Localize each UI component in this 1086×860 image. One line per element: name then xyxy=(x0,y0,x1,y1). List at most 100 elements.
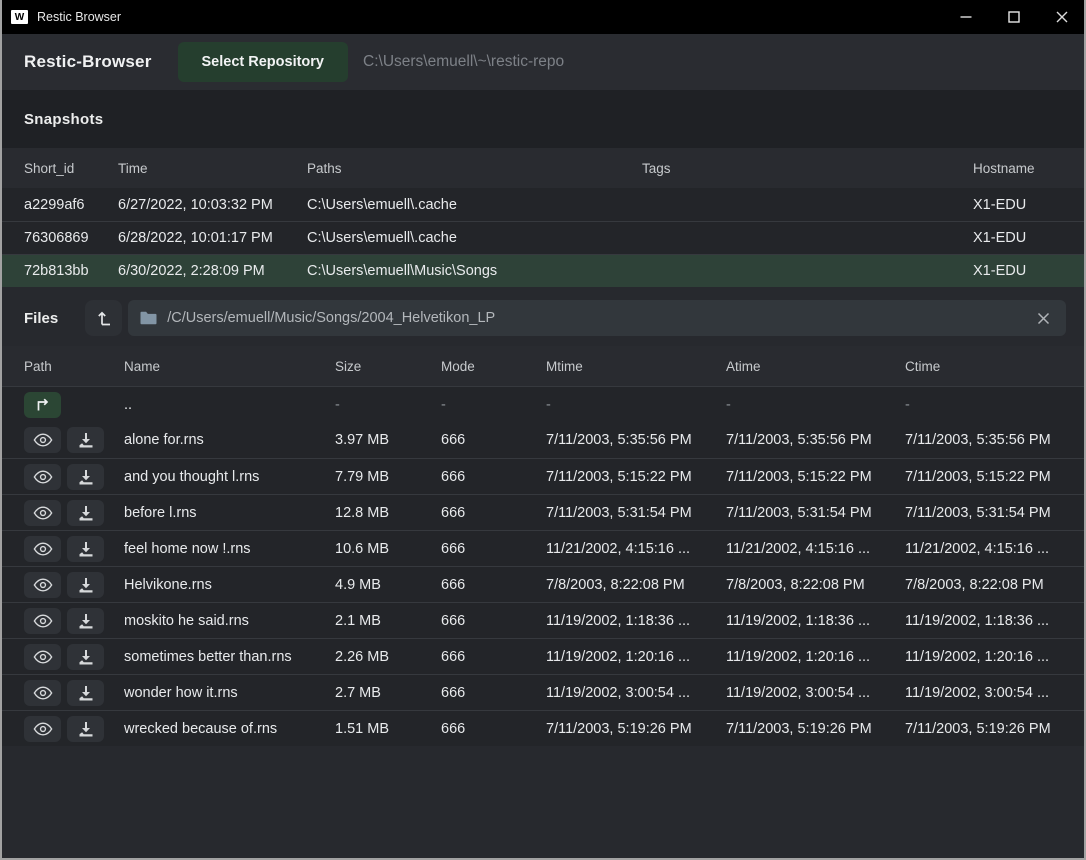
file-name: wonder how it.rns xyxy=(124,685,335,701)
go-parent-directory-button[interactable] xyxy=(24,392,61,418)
download-file-button[interactable] xyxy=(67,464,104,490)
snapshots-table-header: Short_id Time Paths Tags Hostname xyxy=(2,148,1084,188)
select-repository-button[interactable]: Select Repository xyxy=(178,42,349,82)
file-row[interactable]: and you thought l.rns 7.79 MB 666 7/11/2… xyxy=(2,458,1084,494)
up-level-icon xyxy=(94,307,114,329)
app-header: Restic-Browser Select Repository C:\User… xyxy=(2,34,1084,90)
close-icon xyxy=(1056,11,1068,23)
current-path-input[interactable]: /C/Users/emuell/Music/Songs/2004_Helveti… xyxy=(128,300,1066,336)
file-row[interactable]: moskito he said.rns 2.1 MB 666 11/19/200… xyxy=(2,602,1084,638)
eye-icon xyxy=(33,541,53,557)
download-icon xyxy=(77,684,95,702)
file-name: sometimes better than.rns xyxy=(124,649,335,665)
file-mode: 666 xyxy=(441,685,546,701)
snapshot-row[interactable]: 72b813bb 6/30/2022, 2:28:09 PM C:\Users\… xyxy=(2,254,1084,287)
preview-file-button[interactable] xyxy=(24,500,61,526)
file-size: 10.6 MB xyxy=(335,541,441,557)
column-ctime: Ctime xyxy=(905,359,1066,374)
snapshots-title: Snapshots xyxy=(24,111,103,128)
download-file-button[interactable] xyxy=(67,680,104,706)
maximize-icon xyxy=(1008,11,1020,23)
snapshot-row[interactable]: a2299af6 6/27/2022, 10:03:32 PM C:\Users… xyxy=(2,188,1084,221)
snapshot-hostname: X1-EDU xyxy=(973,230,1066,246)
preview-file-button[interactable] xyxy=(24,536,61,562)
snapshot-short-id: a2299af6 xyxy=(24,197,118,213)
file-mtime: 7/11/2003, 5:19:26 PM xyxy=(546,721,726,737)
preview-file-button[interactable] xyxy=(24,716,61,742)
file-name: feel home now !.rns xyxy=(124,541,335,557)
file-ctime: 11/19/2002, 1:20:16 ... xyxy=(905,649,1066,665)
file-row[interactable]: Helvikone.rns 4.9 MB 666 7/8/2003, 8:22:… xyxy=(2,566,1084,602)
file-row[interactable]: sometimes better than.rns 2.26 MB 666 11… xyxy=(2,638,1084,674)
file-name: Helvikone.rns xyxy=(124,577,335,593)
file-mtime: 11/21/2002, 4:15:16 ... xyxy=(546,541,726,557)
preview-file-button[interactable] xyxy=(24,644,61,670)
file-mode: 666 xyxy=(441,432,546,448)
eye-icon xyxy=(33,613,53,629)
preview-file-button[interactable] xyxy=(24,572,61,598)
snapshot-row[interactable]: 76306869 6/28/2022, 10:01:17 PM C:\Users… xyxy=(2,221,1084,254)
close-button[interactable] xyxy=(1038,0,1086,34)
file-atime: 7/11/2003, 5:15:22 PM xyxy=(726,469,905,485)
column-mtime: Mtime xyxy=(546,359,726,374)
files-table-body: alone for.rns 3.97 MB 666 7/11/2003, 5:3… xyxy=(2,422,1084,746)
file-mtime: 11/19/2002, 1:18:36 ... xyxy=(546,613,726,629)
download-file-button[interactable] xyxy=(67,427,104,453)
app-window: W Restic Browser Restic-Browser Select R… xyxy=(0,0,1086,860)
download-file-button[interactable] xyxy=(67,536,104,562)
file-row[interactable]: feel home now !.rns 10.6 MB 666 11/21/20… xyxy=(2,530,1084,566)
minimize-button[interactable] xyxy=(942,0,990,34)
download-file-button[interactable] xyxy=(67,500,104,526)
parent-directory-name: .. xyxy=(124,397,335,413)
file-size: 7.79 MB xyxy=(335,469,441,485)
file-mtime: 7/8/2003, 8:22:08 PM xyxy=(546,577,726,593)
window-controls xyxy=(942,0,1086,34)
parent-mode: - xyxy=(441,397,546,413)
files-toolbar: Files /C/Users/emuell/Music/Songs/2004_H… xyxy=(24,300,1066,336)
file-name: wrecked because of.rns xyxy=(124,721,335,737)
maximize-button[interactable] xyxy=(990,0,1038,34)
file-mode: 666 xyxy=(441,649,546,665)
preview-file-button[interactable] xyxy=(24,608,61,634)
app-logo-letter: W xyxy=(15,12,24,23)
file-mtime: 7/11/2003, 5:31:54 PM xyxy=(546,505,726,521)
column-hostname: Hostname xyxy=(973,161,1066,176)
file-row[interactable]: wrecked because of.rns 1.51 MB 666 7/11/… xyxy=(2,710,1084,746)
snapshot-paths: C:\Users\emuell\.cache xyxy=(307,230,642,246)
download-icon xyxy=(77,648,95,666)
file-size: 2.1 MB xyxy=(335,613,441,629)
download-file-button[interactable] xyxy=(67,716,104,742)
download-icon xyxy=(77,612,95,630)
repository-path[interactable]: C:\Users\emuell\~\restic-repo xyxy=(363,53,564,71)
column-name: Name xyxy=(124,359,335,374)
snapshots-section-header: Snapshots xyxy=(2,90,1084,148)
go-to-root-button[interactable] xyxy=(85,300,122,336)
preview-file-button[interactable] xyxy=(24,464,61,490)
file-mode: 666 xyxy=(441,505,546,521)
parent-mtime: - xyxy=(546,397,726,413)
file-mode: 666 xyxy=(441,613,546,629)
download-icon xyxy=(77,540,95,558)
column-atime: Atime xyxy=(726,359,905,374)
column-path: Path xyxy=(24,359,124,374)
eye-icon xyxy=(33,721,53,737)
snapshot-time: 6/28/2022, 10:01:17 PM xyxy=(118,230,307,246)
file-atime: 11/19/2002, 3:00:54 ... xyxy=(726,685,905,701)
file-ctime: 11/21/2002, 4:15:16 ... xyxy=(905,541,1066,557)
column-time: Time xyxy=(118,161,307,176)
clear-path-button[interactable] xyxy=(1033,308,1054,329)
preview-file-button[interactable] xyxy=(24,427,61,453)
download-file-button[interactable] xyxy=(67,644,104,670)
download-file-button[interactable] xyxy=(67,572,104,598)
snapshots-table-body: a2299af6 6/27/2022, 10:03:32 PM C:\Users… xyxy=(2,188,1084,287)
download-file-button[interactable] xyxy=(67,608,104,634)
file-row[interactable]: alone for.rns 3.97 MB 666 7/11/2003, 5:3… xyxy=(2,422,1084,458)
snapshot-paths: C:\Users\emuell\.cache xyxy=(307,197,642,213)
preview-file-button[interactable] xyxy=(24,680,61,706)
file-ctime: 11/19/2002, 1:18:36 ... xyxy=(905,613,1066,629)
parent-directory-row[interactable]: .. - - - - - xyxy=(2,386,1084,422)
file-name: moskito he said.rns xyxy=(124,613,335,629)
current-path-value: /C/Users/emuell/Music/Songs/2004_Helveti… xyxy=(167,310,1033,326)
file-row[interactable]: wonder how it.rns 2.7 MB 666 11/19/2002,… xyxy=(2,674,1084,710)
file-row[interactable]: before l.rns 12.8 MB 666 7/11/2003, 5:31… xyxy=(2,494,1084,530)
